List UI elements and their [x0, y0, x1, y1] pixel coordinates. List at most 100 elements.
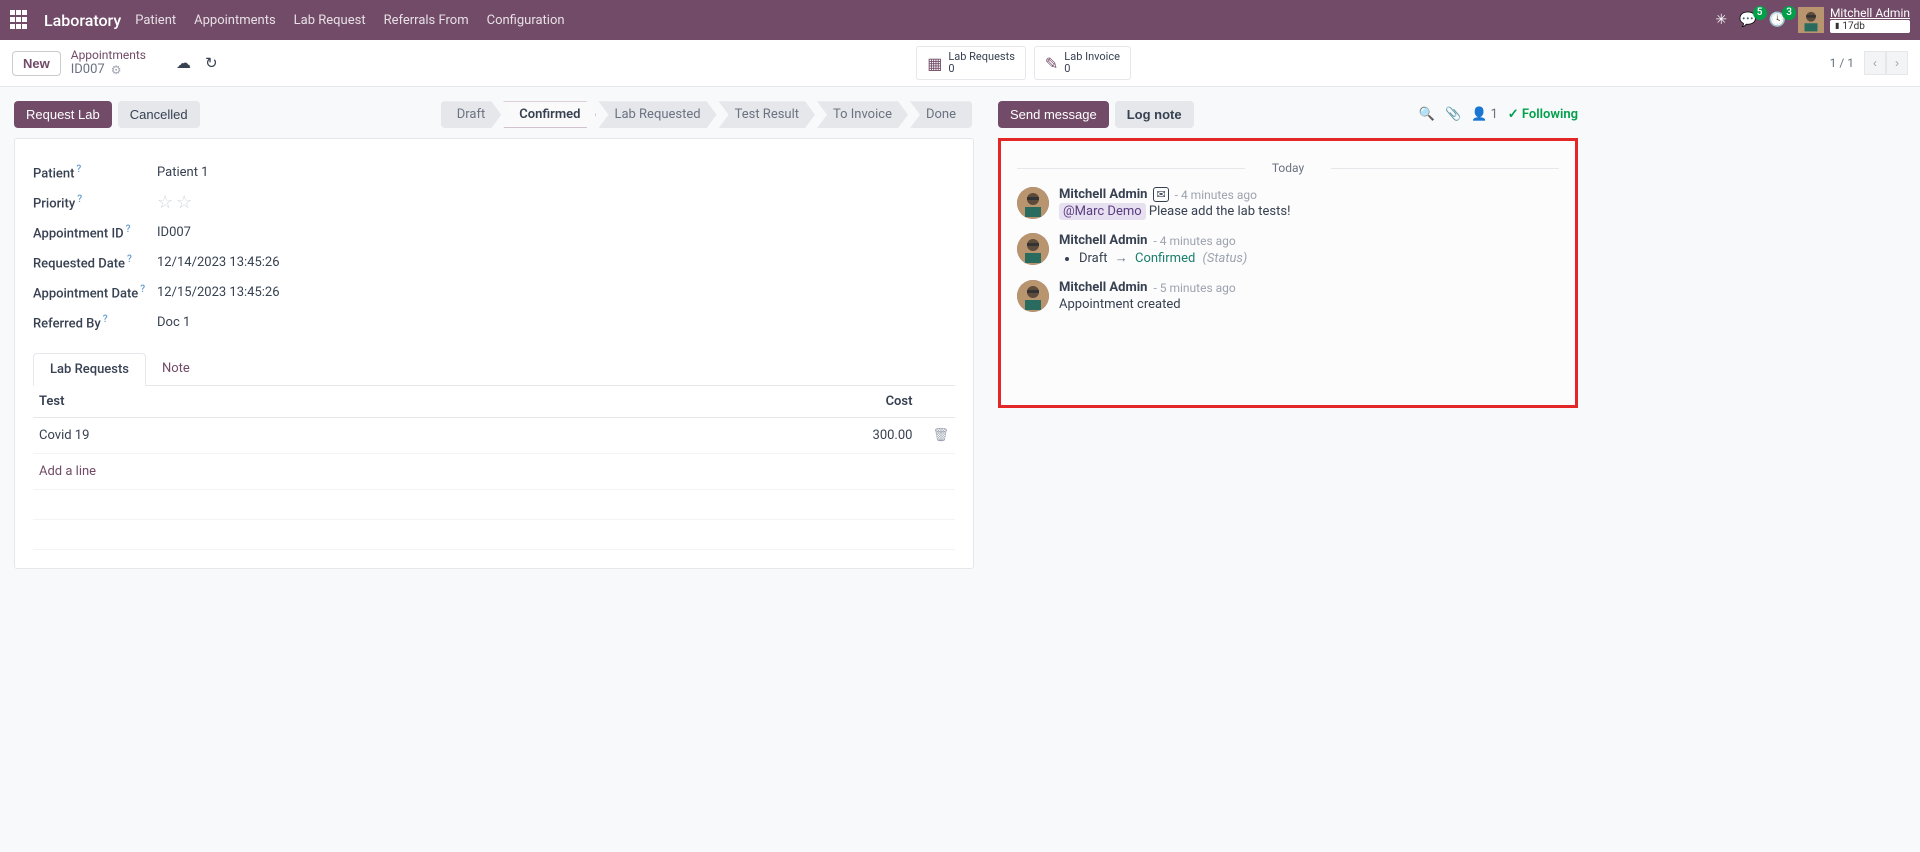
gear-icon[interactable]: ⚙	[111, 63, 122, 77]
help-icon[interactable]: ?	[77, 194, 82, 205]
nav-referrals-from[interactable]: Referrals From	[384, 13, 469, 28]
appointment-id-label: Appointment ID	[33, 226, 124, 241]
add-line-link[interactable]: Add a line	[39, 464, 96, 479]
action-row: Request Lab Cancelled Draft Confirmed La…	[14, 101, 974, 128]
msg-text: Please add the lab tests!	[1146, 204, 1291, 219]
priority-label: Priority	[33, 196, 75, 211]
pager-text[interactable]: 1 / 1	[1830, 56, 1854, 70]
refresh-icon[interactable]: ↻	[205, 54, 218, 72]
priority-stars[interactable]: ☆☆	[157, 192, 195, 213]
stat-lab-requests[interactable]: ▦ Lab Requests 0	[916, 46, 1026, 80]
nav-appointments[interactable]: Appointments	[194, 13, 276, 28]
clock-icon[interactable]: 🕓3	[1769, 12, 1786, 28]
log-note-button[interactable]: Log note	[1115, 101, 1194, 128]
status-confirmed[interactable]: Confirmed	[503, 101, 596, 128]
form-panel: Request Lab Cancelled Draft Confirmed La…	[14, 101, 974, 569]
send-message-button[interactable]: Send message	[998, 101, 1109, 128]
search-icon[interactable]: 🔍	[1419, 107, 1435, 122]
field-appointment-date: Appointment Date? 12/15/2023 13:45:26	[33, 277, 955, 307]
table-row[interactable]: Covid 19 300.00 🗑	[33, 418, 955, 454]
cancelled-button[interactable]: Cancelled	[118, 101, 200, 128]
status-test-result[interactable]: Test Result	[719, 101, 815, 128]
chatter-tools: 🔍 📎 👤 1 Following	[1419, 107, 1578, 122]
pager-prev[interactable]: ‹	[1864, 51, 1886, 75]
user-menu[interactable]: Mitchell Admin 17db	[1798, 7, 1910, 33]
help-icon[interactable]: ?	[76, 164, 81, 175]
patient-label: Patient	[33, 166, 74, 181]
breadcrumb-parent[interactable]: Appointments	[71, 48, 146, 62]
message-3: Mitchell Admin - 5 minutes ago Appointme…	[1017, 280, 1559, 312]
msg-author[interactable]: Mitchell Admin	[1059, 280, 1147, 295]
envelope-icon[interactable]: ✉	[1153, 187, 1168, 202]
edit-icon: ✎	[1045, 54, 1058, 73]
msg-author[interactable]: Mitchell Admin	[1059, 187, 1147, 202]
stat-lab-invoice[interactable]: ✎ Lab Invoice 0	[1034, 46, 1131, 80]
appointment-date-label: Appointment Date	[33, 286, 138, 301]
activity-badge: 3	[1782, 6, 1796, 20]
patient-value[interactable]: Patient 1	[157, 165, 208, 180]
col-cost: Cost	[516, 386, 918, 418]
chat-icon[interactable]: 💬5	[1739, 12, 1756, 28]
attachment-icon[interactable]: 📎	[1445, 107, 1461, 122]
brand-title[interactable]: Laboratory	[44, 11, 121, 30]
trash-icon[interactable]: 🗑	[924, 428, 949, 443]
stat-lab-requests-label: Lab Requests	[948, 51, 1015, 63]
cp-left: New Appointments ID007 ⚙ ☁ ↻	[12, 48, 218, 78]
status-to-invoice[interactable]: To Invoice	[817, 101, 908, 128]
pager-next[interactable]: ›	[1886, 51, 1908, 75]
bug-icon[interactable]: ✳	[1715, 12, 1727, 28]
status-draft[interactable]: Draft	[441, 101, 502, 128]
nav-configuration[interactable]: Configuration	[487, 13, 565, 28]
help-icon[interactable]: ?	[140, 284, 145, 295]
requested-date-label: Requested Date	[33, 256, 125, 271]
follower-count: 1	[1490, 107, 1497, 122]
status-lab-requested[interactable]: Lab Requested	[598, 101, 716, 128]
nav-lab-request[interactable]: Lab Request	[294, 13, 366, 28]
user-meta: Mitchell Admin 17db	[1830, 7, 1910, 33]
navbar-left: Laboratory Patient Appointments Lab Requ…	[10, 10, 565, 30]
action-buttons: Request Lab Cancelled	[14, 101, 200, 128]
field-appointment-id: Appointment ID? ID007	[33, 217, 955, 247]
request-lab-button[interactable]: Request Lab	[14, 101, 112, 128]
row-cost[interactable]: 300.00	[516, 418, 918, 454]
msg-content: @Marc Demo Please add the lab tests!	[1059, 204, 1559, 219]
stat-lab-invoice-label: Lab Invoice	[1064, 51, 1120, 63]
mention[interactable]: @Marc Demo	[1059, 203, 1146, 220]
appointment-date-value[interactable]: 12/15/2023 13:45:26	[157, 285, 280, 300]
tab-note[interactable]: Note	[146, 353, 206, 385]
cloud-icon[interactable]: ☁	[176, 54, 191, 72]
lines-table: Test Cost Covid 19 300.00 🗑 Add a line	[33, 386, 955, 550]
breadcrumb-current: ID007 ⚙	[71, 62, 146, 78]
apps-icon[interactable]	[10, 10, 30, 30]
referred-by-value[interactable]: Doc 1	[157, 315, 190, 330]
add-line-row: Add a line	[33, 454, 955, 490]
following-button[interactable]: Following	[1508, 107, 1578, 122]
followers-button[interactable]: 👤 1	[1471, 107, 1498, 122]
cloud-refresh-group: ☁ ↻	[176, 54, 218, 72]
row-test[interactable]: Covid 19	[33, 418, 516, 454]
list-icon: ▦	[927, 54, 942, 73]
avatar-icon	[1017, 233, 1049, 265]
help-icon[interactable]: ?	[127, 254, 132, 265]
msg-author[interactable]: Mitchell Admin	[1059, 233, 1147, 248]
new-button[interactable]: New	[12, 51, 61, 76]
form-sheet: Patient? Patient 1 Priority? ☆☆ Appointm…	[14, 138, 974, 569]
field-priority: Priority? ☆☆	[33, 187, 955, 217]
requested-date-value[interactable]: 12/14/2023 13:45:26	[157, 255, 280, 270]
pager-buttons: ‹ ›	[1864, 51, 1908, 75]
msg-time: - 4 minutes ago	[1175, 188, 1257, 202]
nav-patient[interactable]: Patient	[135, 13, 176, 28]
referred-by-label: Referred By	[33, 316, 101, 331]
arrow-icon: →	[1115, 251, 1128, 266]
avatar-icon	[1798, 7, 1824, 33]
main-content: Request Lab Cancelled Draft Confirmed La…	[0, 87, 1920, 569]
control-panel: New Appointments ID007 ⚙ ☁ ↻ ▦ Lab Reque…	[0, 40, 1920, 87]
tabs: Lab Requests Note	[33, 353, 955, 386]
tab-lab-requests[interactable]: Lab Requests	[33, 353, 146, 386]
help-icon[interactable]: ?	[126, 224, 131, 235]
avatar-icon	[1017, 280, 1049, 312]
chatter-topbar: Send message Log note 🔍 📎 👤 1 Following	[998, 101, 1578, 128]
field-referred-by: Referred By? Doc 1	[33, 307, 955, 337]
status-done[interactable]: Done	[910, 101, 972, 128]
help-icon[interactable]: ?	[103, 314, 108, 325]
